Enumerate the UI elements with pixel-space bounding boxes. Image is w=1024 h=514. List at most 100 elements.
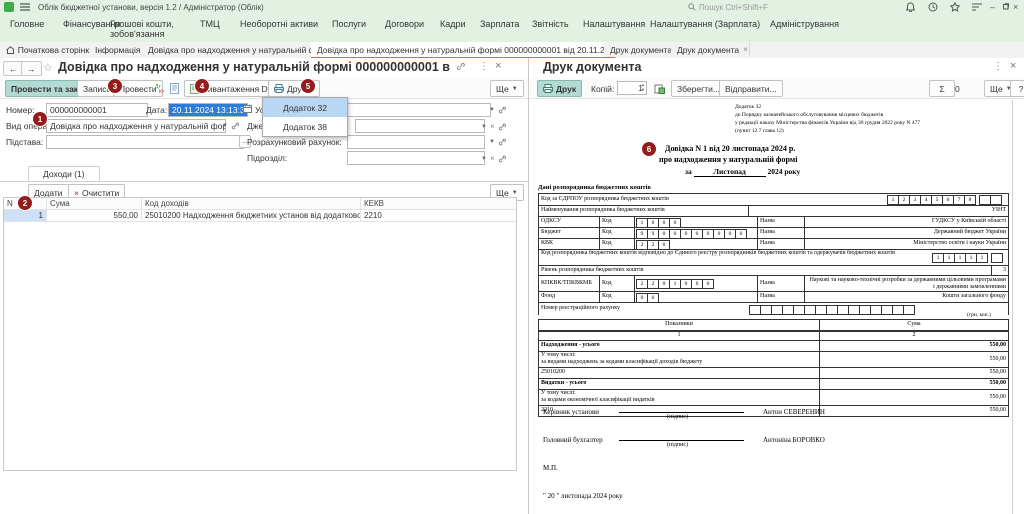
tab-dovidka-document[interactable]: Довідка про надходження у натуральній фо… bbox=[311, 42, 616, 59]
favorites-star-icon[interactable] bbox=[950, 2, 960, 12]
tab-close-icon[interactable]: × bbox=[743, 45, 748, 54]
date-label: Дата: bbox=[146, 105, 167, 115]
global-search[interactable]: Пошук Ctrl+Shift+F bbox=[688, 2, 838, 12]
menu-administruvannia[interactable]: Адміністрування bbox=[770, 19, 839, 29]
totals-row-value: 550,00 bbox=[820, 368, 1008, 378]
send-button[interactable]: Відправити... bbox=[719, 80, 783, 97]
appendix-line-2: до Порядку казначейського обслуговування… bbox=[735, 112, 883, 118]
menu-zvitnist[interactable]: Звітність bbox=[532, 19, 569, 29]
main-menu-icon[interactable] bbox=[20, 3, 30, 11]
help-button[interactable]: ? bbox=[1010, 80, 1024, 97]
totals-row-value: 550,00 bbox=[820, 379, 1008, 389]
notifications-bell-icon[interactable] bbox=[906, 2, 915, 12]
chevron-down-icon: ▼ bbox=[512, 190, 518, 196]
edrpou-label: Код за ЄДРПОУ розпорядника бюджетних кош… bbox=[539, 194, 886, 205]
preview-scrollbar[interactable] bbox=[1012, 100, 1013, 514]
nazva-label: Назва bbox=[758, 228, 805, 238]
org-field-controls[interactable]: ▼ bbox=[489, 106, 506, 114]
menu-neoborotni[interactable]: Необоротні активи bbox=[240, 19, 318, 29]
budget-value: Державний бюджет України bbox=[805, 228, 1008, 238]
row-code-cell[interactable]: 25010200 Надходження бюджетних установ в… bbox=[142, 210, 361, 221]
col-kekv[interactable]: КЕКВ bbox=[361, 198, 516, 209]
operation-type-controls[interactable]: ▼ bbox=[222, 122, 239, 130]
funding-source-controls[interactable]: ▼× bbox=[481, 122, 506, 131]
operation-type-field[interactable]: Довідка про надходження у натуральній фо… bbox=[46, 119, 226, 133]
get-link-icon[interactable] bbox=[456, 62, 466, 72]
department-controls[interactable]: ▼× bbox=[481, 154, 506, 163]
menu-kadry[interactable]: Кадри bbox=[440, 19, 466, 29]
open-link-icon[interactable] bbox=[498, 138, 506, 146]
tab-home[interactable]: Початкова сторінка bbox=[0, 42, 101, 57]
more-menu-icon[interactable]: ⋮ bbox=[993, 61, 1003, 72]
print-dropdown-menu: Додаток 32 Додаток 38 bbox=[262, 97, 348, 137]
nav-forward-button[interactable]: → bbox=[21, 61, 42, 76]
section1-title: Дані розпорядника бюджетних коштів bbox=[538, 184, 651, 191]
menu-tmc[interactable]: ТМЦ bbox=[200, 19, 220, 29]
more-menu-icon[interactable]: ⋮ bbox=[479, 61, 489, 72]
row-number-cell[interactable]: 1 bbox=[4, 210, 47, 221]
income-table-row[interactable]: 1 550,00 25010200 Надходження бюджетних … bbox=[4, 210, 516, 222]
menu-dohovory[interactable]: Договори bbox=[385, 19, 424, 29]
minimize-button[interactable]: – bbox=[990, 3, 995, 11]
date-field[interactable]: 20.11.2024 13:13:39 bbox=[168, 103, 248, 117]
menu-item-dodatok-32[interactable]: Додаток 32 bbox=[263, 98, 347, 117]
clear-x-icon[interactable]: × bbox=[490, 122, 495, 131]
annotation-badge-5: 5 bbox=[301, 79, 315, 93]
printer-settings-icon[interactable] bbox=[651, 80, 668, 97]
chevron-down-icon[interactable]: ▼ bbox=[481, 156, 487, 162]
close-form-button[interactable]: × bbox=[495, 60, 501, 72]
document-structure-icon[interactable] bbox=[167, 80, 182, 97]
open-link-icon[interactable] bbox=[498, 106, 506, 114]
menu-nalashtuvannia-zarplata[interactable]: Налаштування (Зарплата) bbox=[650, 19, 760, 29]
number-field[interactable]: 000000000001 bbox=[46, 103, 148, 117]
appendix-line-3: у редакції наказу Міністерства фінансів … bbox=[735, 120, 920, 126]
open-link-icon[interactable] bbox=[231, 122, 239, 130]
save-file-button[interactable]: Зберегти... bbox=[671, 80, 726, 97]
app-icon[interactable] bbox=[4, 2, 14, 12]
tab-druk-dokumenta-2[interactable]: Друк документа× bbox=[671, 42, 750, 57]
chevron-down-icon[interactable]: ▼ bbox=[489, 139, 495, 145]
document-date-line: " 20 " листопада 2024 року bbox=[543, 492, 623, 500]
tab-incomes[interactable]: Доходи (1) bbox=[28, 166, 100, 181]
totals-row-label: У тому числі: за видами надходжень за ко… bbox=[539, 352, 820, 367]
department-field[interactable] bbox=[347, 151, 485, 165]
menu-nalashtuvannia[interactable]: Налаштування bbox=[583, 19, 645, 29]
close-panel-button[interactable]: × bbox=[1010, 60, 1016, 72]
funding-source-field[interactable] bbox=[355, 119, 485, 133]
calendar-icon[interactable] bbox=[243, 104, 252, 113]
basis-field[interactable] bbox=[46, 135, 244, 149]
income-table: N Сума Код доходів КЕКВ 1 550,00 2501020… bbox=[3, 197, 517, 471]
clear-x-icon[interactable]: × bbox=[490, 154, 495, 163]
menu-zarplata[interactable]: Зарплата bbox=[480, 19, 519, 29]
menu-item-dodatok-38[interactable]: Додаток 38 bbox=[263, 117, 347, 136]
row-sum-cell[interactable]: 550,00 bbox=[47, 210, 142, 221]
menu-hroshovi-koshty[interactable]: Грошові кошти, зобов'язання bbox=[110, 19, 188, 39]
kvk-value: Міністерство освіти і науки України bbox=[805, 239, 1008, 249]
functions-menu-icon[interactable] bbox=[972, 3, 982, 11]
tab-dovidka-list[interactable]: Довідка про надходження у натуральній фо… bbox=[142, 42, 323, 57]
print-button[interactable]: Друк bbox=[537, 80, 582, 97]
totals-col1-header: Показники bbox=[539, 320, 820, 330]
chevron-down-icon[interactable]: ▼ bbox=[489, 107, 495, 113]
chevron-down-icon[interactable]: ▼ bbox=[481, 124, 487, 130]
menu-holovne[interactable]: Головне bbox=[10, 19, 44, 29]
row-kekv-cell[interactable]: 2210 bbox=[361, 210, 516, 221]
printer-icon bbox=[543, 84, 553, 93]
sum-sigma-button[interactable]: Σ bbox=[929, 80, 955, 97]
stepper-arrows-icon[interactable]: ▲▼ bbox=[641, 82, 645, 92]
favorite-star-icon[interactable]: ☆ bbox=[43, 61, 53, 74]
account-field[interactable] bbox=[347, 135, 485, 149]
col-kod-dokhodiv[interactable]: Код доходів bbox=[142, 198, 361, 209]
chevron-down-icon[interactable]: ▼ bbox=[222, 123, 228, 129]
clear-x-icon: × bbox=[74, 188, 79, 198]
form-more-button[interactable]: Ще▼ bbox=[490, 80, 524, 97]
history-icon[interactable] bbox=[928, 2, 938, 12]
menu-posluhy[interactable]: Послуги bbox=[332, 19, 366, 29]
open-link-icon[interactable] bbox=[498, 123, 506, 131]
open-link-icon[interactable] bbox=[498, 155, 506, 163]
close-window-button[interactable]: × bbox=[1013, 2, 1018, 12]
account-controls[interactable]: ▼ bbox=[489, 138, 506, 146]
col-suma[interactable]: Сума bbox=[47, 198, 142, 209]
maximize-button[interactable] bbox=[1002, 3, 1009, 10]
rozporiadnyk-name-value: УІНТ bbox=[749, 206, 1008, 216]
